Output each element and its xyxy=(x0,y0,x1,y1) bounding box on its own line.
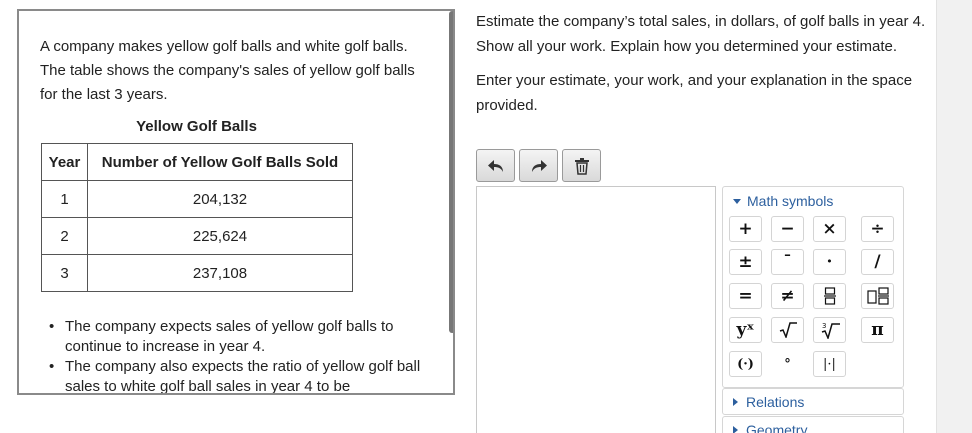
not-equal-symbol-button[interactable]: ≠ xyxy=(771,283,804,309)
times-symbol-button[interactable]: × xyxy=(813,216,846,242)
table-header-row: Year Number of Yellow Golf Balls Sold xyxy=(41,143,353,181)
question-instruction: Enter your estimate, your work, and your… xyxy=(476,72,913,114)
sales-table: Year Number of Yellow Golf Balls Sold 1 … xyxy=(41,143,353,292)
square-root-icon xyxy=(779,322,797,338)
cube-root-symbol-button[interactable]: 3 xyxy=(813,317,846,343)
expand-down-icon xyxy=(733,198,741,204)
exponent-symbol-button[interactable]: yˣ xyxy=(729,317,762,343)
passage-intro: A company makes yellow golf balls and wh… xyxy=(40,38,415,103)
redo-icon xyxy=(531,159,547,172)
absolute-value-symbol-button[interactable]: |·| xyxy=(813,351,846,377)
undo-icon xyxy=(487,159,503,172)
table-cell-sold: 225,624 xyxy=(87,217,353,255)
math-symbols-header[interactable]: Math symbols xyxy=(733,193,833,209)
trash-icon xyxy=(574,157,589,175)
svg-text:3: 3 xyxy=(822,322,826,330)
dot-symbol-button[interactable]: · xyxy=(813,249,846,275)
bullet-item: The company also expects the ratio of ye… xyxy=(49,357,429,393)
divide-symbol-button[interactable]: ÷ xyxy=(861,216,894,242)
overline-symbol-button[interactable]: ¯ xyxy=(771,249,804,275)
editor-toolbar xyxy=(476,149,601,182)
question-area: Estimate the company’s total sales, in d… xyxy=(476,9,928,118)
passage-panel[interactable]: A company makes yellow golf balls and wh… xyxy=(17,9,455,395)
math-symbols-title: Math symbols xyxy=(747,193,834,209)
table-row: 1 204,132 xyxy=(41,180,353,218)
passage-content: A company makes yellow golf balls and wh… xyxy=(19,11,449,393)
equals-symbol-button[interactable]: = xyxy=(729,283,762,309)
table-header-year: Year xyxy=(41,143,88,181)
table-cell-sold: 237,108 xyxy=(87,254,353,292)
mixed-number-symbol-button[interactable] xyxy=(861,283,894,309)
response-input[interactable] xyxy=(476,186,716,433)
passage-scrollbar[interactable] xyxy=(449,11,453,333)
minus-symbol-button[interactable]: − xyxy=(771,216,804,242)
plus-symbol-button[interactable]: + xyxy=(729,216,762,242)
delete-button[interactable] xyxy=(562,149,601,182)
bullet-item: The company expects sales of yellow golf… xyxy=(49,317,429,357)
relations-section-toggle[interactable]: Relations xyxy=(722,388,904,415)
mixed-number-icon xyxy=(866,287,889,305)
passage-bullets: The company expects sales of yellow golf… xyxy=(49,317,429,393)
table-cell-year: 2 xyxy=(41,217,88,255)
table-row: 3 237,108 xyxy=(41,254,353,292)
table-header-sold: Number of Yellow Golf Balls Sold xyxy=(87,143,353,181)
geometry-label: Geometry xyxy=(746,421,808,433)
table-cell-year: 3 xyxy=(41,254,88,292)
table-title: Yellow Golf Balls xyxy=(136,118,257,135)
plus-minus-symbol-button[interactable]: ± xyxy=(729,249,762,275)
page-margin xyxy=(936,0,972,433)
degree-symbol-button[interactable]: ° xyxy=(771,351,804,377)
expand-right-icon xyxy=(733,397,738,406)
expand-right-icon xyxy=(733,425,738,433)
fraction-symbol-button[interactable] xyxy=(813,283,846,309)
geometry-section-toggle[interactable]: Geometry xyxy=(722,416,904,433)
square-root-symbol-button[interactable] xyxy=(771,317,804,343)
slash-symbol-button[interactable]: / xyxy=(861,249,894,275)
table-row: 2 225,624 xyxy=(41,217,353,255)
fraction-icon xyxy=(823,287,836,305)
redo-button[interactable] xyxy=(519,149,558,182)
math-symbols-panel: Math symbols + − × ÷ ± ¯ · / = ≠ yˣ 3 π … xyxy=(722,186,904,388)
undo-button[interactable] xyxy=(476,149,515,182)
cube-root-icon: 3 xyxy=(821,322,840,339)
table-cell-year: 1 xyxy=(41,180,88,218)
pi-symbol-button[interactable]: π xyxy=(861,317,894,343)
relations-label: Relations xyxy=(746,393,805,410)
question-prompt: Estimate the company’s total sales, in d… xyxy=(476,13,926,55)
parentheses-symbol-button[interactable]: (·) xyxy=(729,351,762,377)
table-cell-sold: 204,132 xyxy=(87,180,353,218)
